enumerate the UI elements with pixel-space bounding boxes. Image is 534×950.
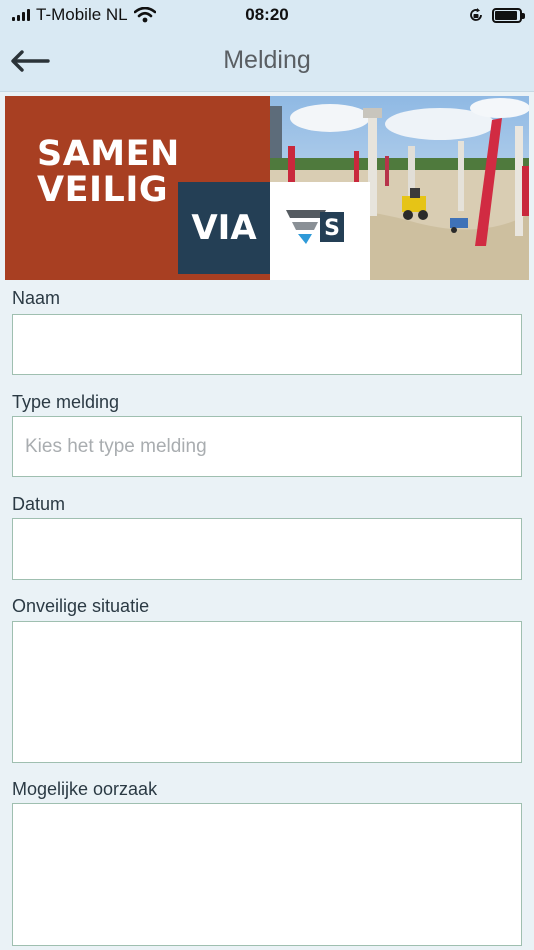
name-label: Naam bbox=[12, 288, 61, 308]
unsafe-situation-label: Onveilige situatie bbox=[12, 596, 150, 616]
status-bar-right bbox=[468, 7, 525, 23]
arrow-left-icon bbox=[11, 50, 50, 72]
type-select[interactable]: Kies het type melding bbox=[12, 416, 522, 477]
nav-bar: Melding bbox=[0, 30, 534, 92]
possible-cause-textarea[interactable] bbox=[12, 803, 522, 946]
possible-cause-label: Mogelijke oorzaak bbox=[12, 779, 158, 799]
date-label: Datum bbox=[12, 494, 66, 514]
battery-icon bbox=[492, 7, 525, 23]
svg-text:S: S bbox=[324, 216, 340, 241]
battery-level bbox=[495, 10, 517, 20]
funnel-s-logo-icon: S bbox=[286, 210, 344, 244]
logo-line-veilig: VEILIG bbox=[37, 170, 169, 210]
back-button[interactable] bbox=[8, 42, 52, 80]
logo-text: SAMEN VEILIG bbox=[37, 136, 180, 208]
header-banner: SAMEN VEILIG VIA S bbox=[5, 96, 529, 280]
company-logo: S bbox=[270, 182, 370, 280]
logo-line-samen: SAMEN bbox=[37, 134, 180, 174]
signal-icon bbox=[12, 9, 30, 21]
unsafe-situation-textarea[interactable] bbox=[12, 621, 522, 763]
orientation-lock-icon bbox=[470, 8, 482, 21]
status-bar: T-Mobile NL 08:20 bbox=[0, 0, 534, 30]
name-field[interactable] bbox=[12, 314, 522, 375]
carrier-label: T-Mobile NL bbox=[36, 5, 128, 24]
wifi-icon bbox=[133, 7, 156, 23]
via-logo: VIA bbox=[178, 182, 270, 274]
type-label: Type melding bbox=[12, 392, 120, 412]
date-field[interactable] bbox=[12, 518, 522, 580]
status-bar-left: T-Mobile NL bbox=[12, 5, 212, 25]
page-title: Melding bbox=[223, 46, 311, 74]
type-placeholder: Kies het type melding bbox=[25, 435, 207, 457]
